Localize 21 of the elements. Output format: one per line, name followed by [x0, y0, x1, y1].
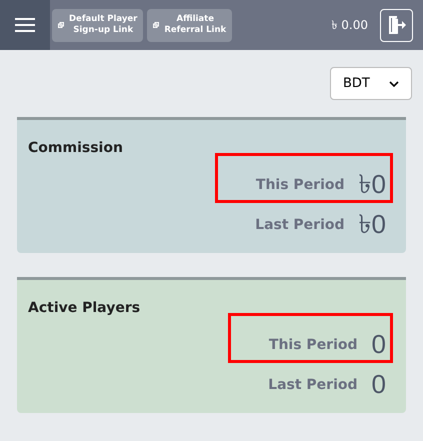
stat-label: This Period: [256, 176, 345, 195]
logout-button[interactable]: [380, 8, 413, 42]
card-title: Commission: [27, 139, 123, 158]
link-button[interactable]: Affiliate Referral Link: [147, 8, 232, 42]
stat-label: Last Period: [255, 216, 345, 235]
stat-value: ৳0: [358, 170, 386, 198]
link-button[interactable]: Default Player Sign-up Link: [52, 8, 144, 42]
menu-icon: [15, 17, 35, 33]
stat-label: This Period: [268, 336, 358, 355]
currency-select[interactable]: BDT: [330, 67, 412, 100]
card-title: Active Players: [27, 299, 140, 318]
link-icon: [153, 22, 160, 28]
balance: ৳ 0.00: [331, 17, 368, 34]
link-icon: [58, 22, 64, 28]
stat-label: Last Period: [268, 376, 358, 395]
menu-button[interactable]: [0, 0, 50, 50]
stat-value: 0: [372, 330, 386, 358]
stat-value: ৳0: [358, 210, 386, 238]
stat-value: 0: [372, 370, 386, 398]
exit-door-icon: [386, 15, 406, 35]
chevron-down-icon: [389, 80, 399, 86]
